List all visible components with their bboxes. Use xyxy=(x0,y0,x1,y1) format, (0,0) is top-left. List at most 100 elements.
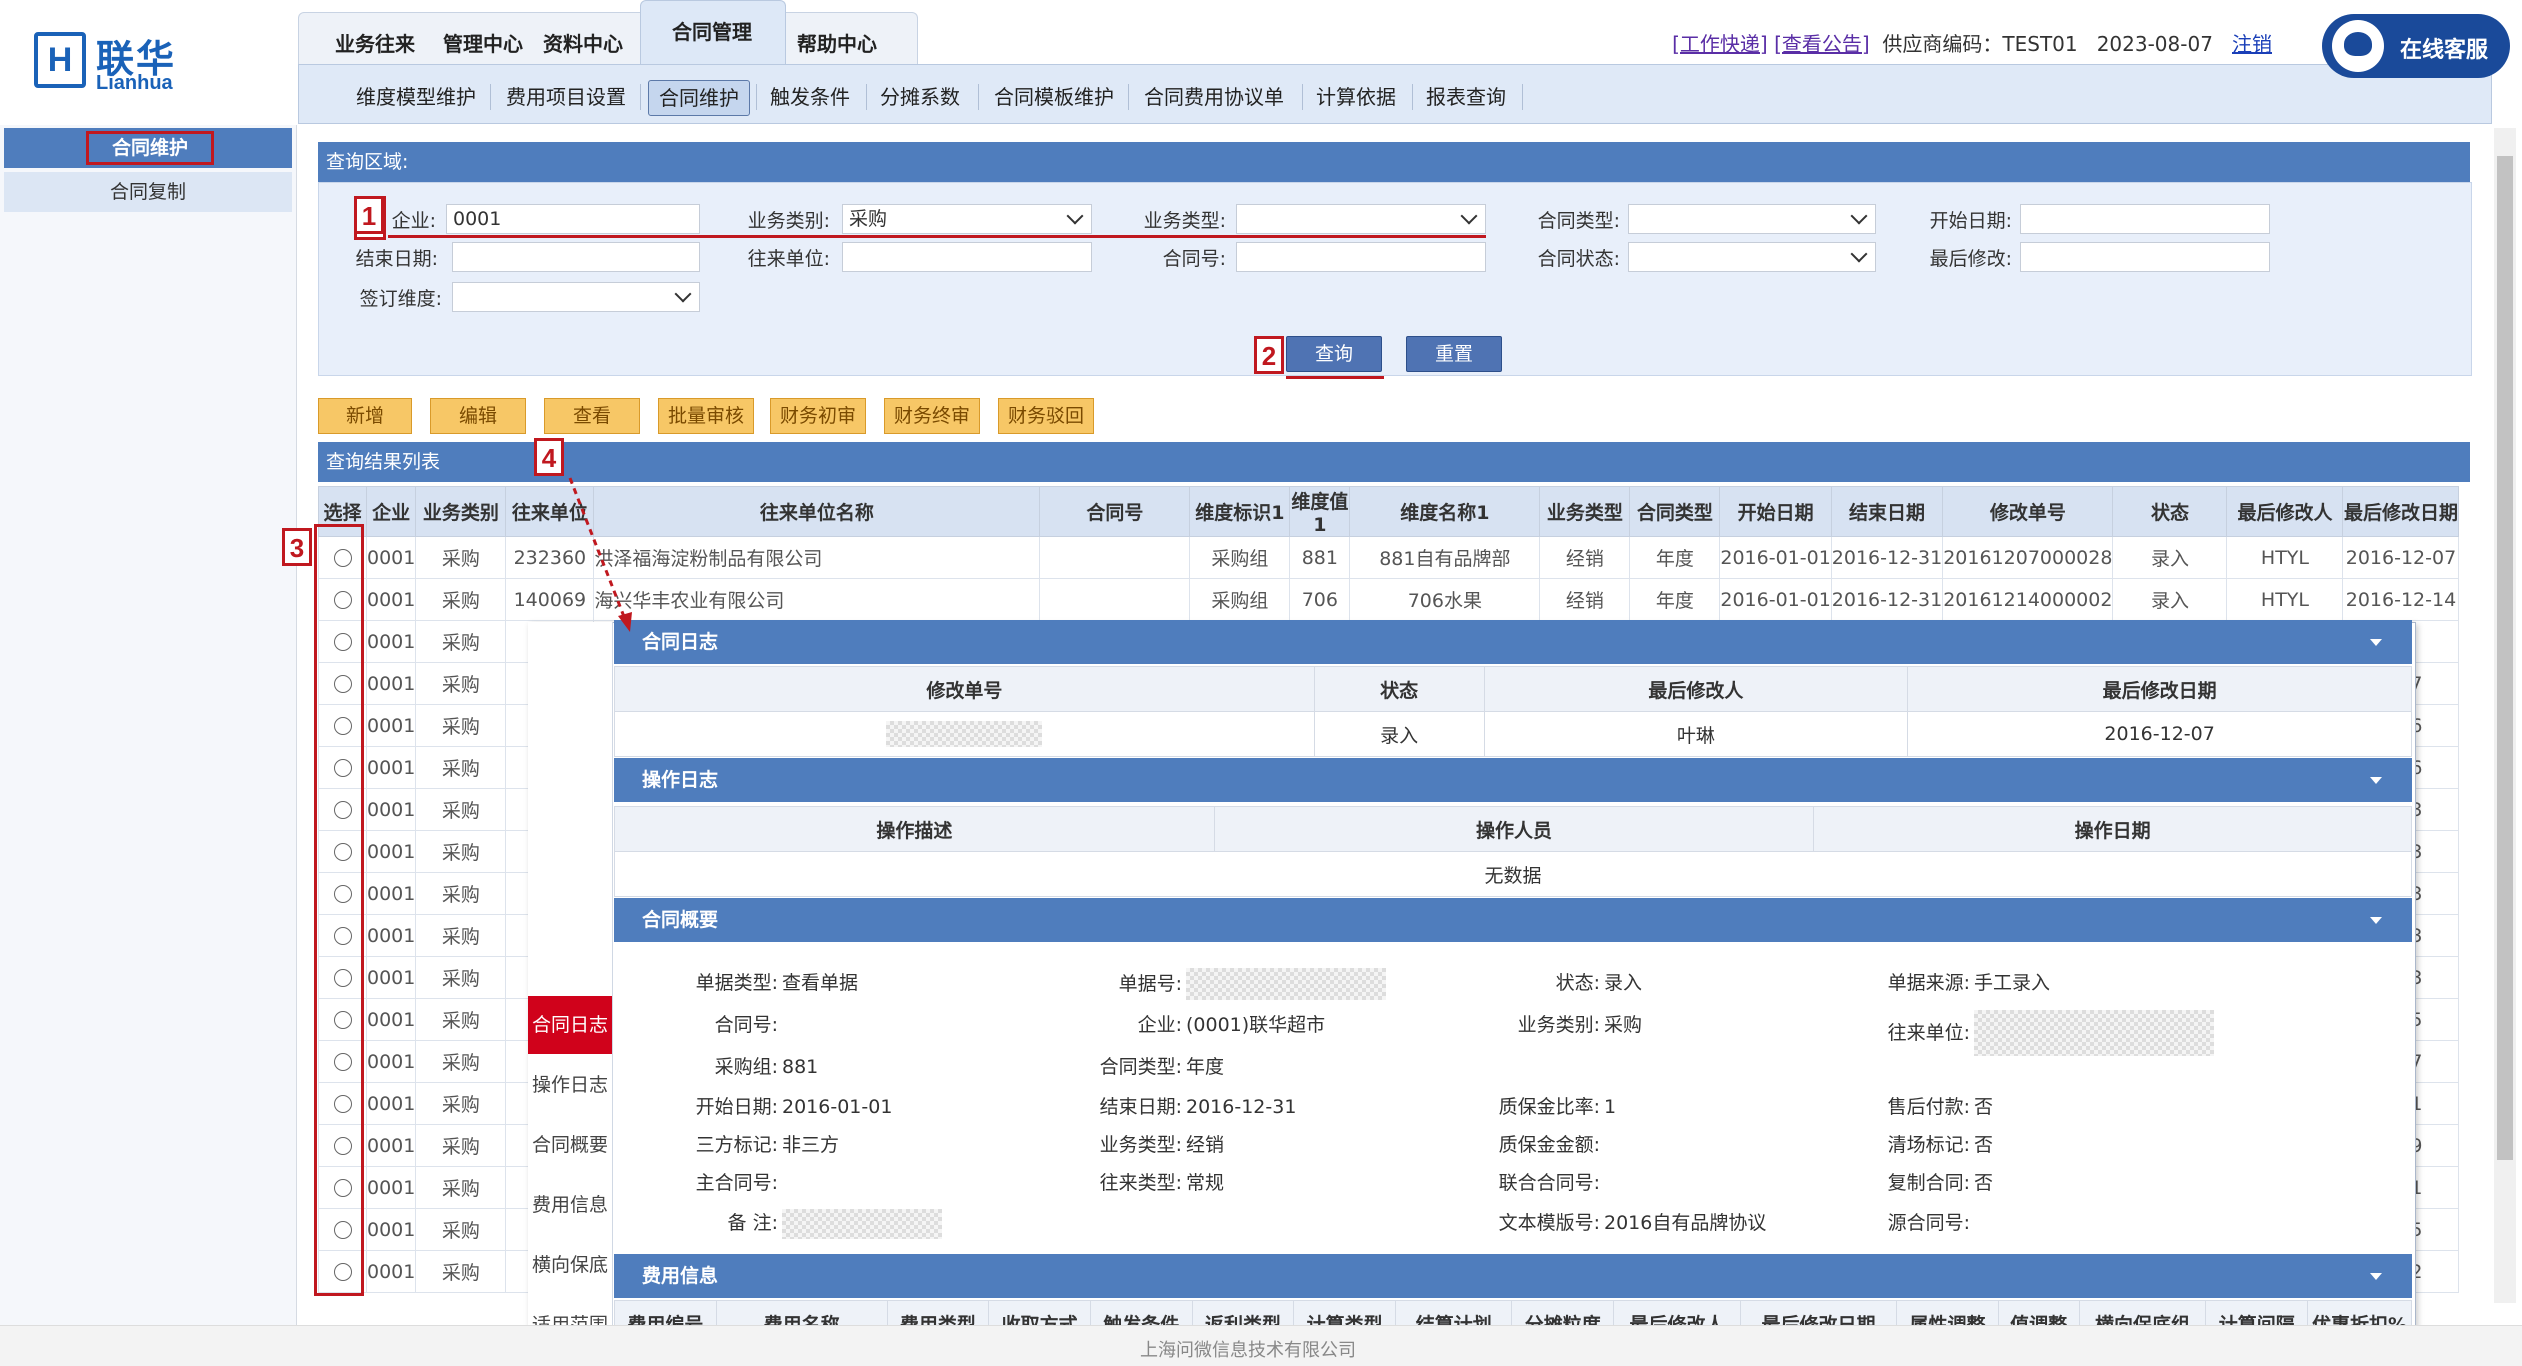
subnav-divider xyxy=(866,84,867,110)
contract-status-label: 合同状态: xyxy=(1537,248,1620,270)
field-value: 经销 xyxy=(1186,1134,1225,1156)
table-cell: 0001 xyxy=(365,1124,417,1167)
biz-category-select[interactable]: 采购 xyxy=(842,204,1092,234)
scrollbar-thumb[interactable] xyxy=(2497,156,2513,1160)
start-date-input[interactable] xyxy=(2020,204,2270,234)
popup-nav-fee[interactable]: 费用信息 xyxy=(528,1176,612,1234)
search-button[interactable]: 查询 xyxy=(1286,336,1382,372)
tab-business[interactable]: 业务往来 xyxy=(320,24,430,64)
logout-link[interactable]: 注销 xyxy=(2232,32,2272,56)
service-icon xyxy=(2332,20,2384,72)
field-label: 结束日期: xyxy=(1099,1096,1182,1118)
field-value: 录入 xyxy=(1604,972,1643,994)
redacted-value xyxy=(1186,968,1386,1000)
sign-dimension-select[interactable] xyxy=(452,282,700,312)
tab-help-center[interactable]: 帮助中心 xyxy=(782,24,892,64)
end-date-input[interactable] xyxy=(452,242,700,272)
table-cell: 采购 xyxy=(415,1040,507,1083)
subnav-contract-maintain[interactable]: 合同维护 xyxy=(648,80,750,116)
field-label: 企业: xyxy=(1137,1014,1182,1036)
biz-type-select[interactable] xyxy=(1236,204,1486,234)
service-label: 在线客服 xyxy=(2400,38,2489,63)
biz-category-value: 采购 xyxy=(849,208,888,230)
contract-log-header[interactable]: 合同日志 xyxy=(614,620,2412,664)
results-col-header: 结束日期 xyxy=(1830,486,1944,537)
table-cell: 年度 xyxy=(1629,578,1721,621)
table-cell: 0001 xyxy=(365,1250,417,1293)
add-button[interactable]: 新增 xyxy=(318,398,412,434)
tab-contract-management[interactable]: 合同管理 xyxy=(656,12,768,52)
subnav-divider xyxy=(756,84,757,110)
table-cell xyxy=(1039,578,1191,621)
op-log-header[interactable]: 操作日志 xyxy=(614,758,2412,802)
query-area-title: 查询区域: xyxy=(318,142,2470,182)
contract-type-select[interactable] xyxy=(1628,204,1876,234)
op-log-table: 操作描述 操作人员 操作日期 无数据 xyxy=(614,806,2412,897)
summary-field: 复制合同: 否 xyxy=(1830,1168,1993,1195)
tab-management[interactable]: 管理中心 xyxy=(428,24,538,64)
last-modified-input[interactable] xyxy=(2020,242,2270,272)
subnav-report[interactable]: 报表查询 xyxy=(1416,80,1516,114)
redacted-value xyxy=(886,721,1043,747)
subnav-allocation[interactable]: 分摊系数 xyxy=(870,80,970,114)
contract-status-select[interactable] xyxy=(1628,242,1876,272)
field-label: 单据类型: xyxy=(695,972,778,994)
contract-type-label: 合同类型: xyxy=(1537,210,1620,232)
table-cell: 2016-12-14 xyxy=(2342,578,2460,621)
fee-header[interactable]: 费用信息 xyxy=(614,1254,2412,1298)
field-value: 采购 xyxy=(1604,1014,1643,1036)
edit-button[interactable]: 编辑 xyxy=(430,398,526,434)
table-cell: 0001 xyxy=(365,704,417,747)
view-button[interactable]: 查看 xyxy=(544,398,640,434)
finance-reject-button[interactable]: 财务驳回 xyxy=(998,398,1094,434)
field-label: 售后付款: xyxy=(1887,1096,1970,1118)
table-cell: 采购 xyxy=(415,998,507,1041)
field-value: 2016自有品牌协议 xyxy=(1604,1212,1767,1234)
finance-first-review-button[interactable]: 财务初审 xyxy=(770,398,866,434)
table-cell: 采购 xyxy=(415,536,507,579)
subnav-trigger[interactable]: 触发条件 xyxy=(760,80,860,114)
subnav-fee-items[interactable]: 费用项目设置 xyxy=(496,80,636,114)
table-cell: HTYL xyxy=(2226,578,2344,621)
tab-data-center[interactable]: 资料中心 xyxy=(528,24,638,64)
col-header: 操作人员 xyxy=(1213,806,1815,852)
table-cell: 采购组 xyxy=(1189,536,1291,579)
popup-nav-horizontal-guarantee[interactable]: 横向保底 xyxy=(528,1236,612,1294)
popup-nav-op-log[interactable]: 操作日志 xyxy=(528,1056,612,1114)
table-cell: 0001 xyxy=(365,536,417,579)
summary-field: 企业: (0001)联华超市 xyxy=(1044,1010,1326,1037)
biz-type-label: 业务类型: xyxy=(1143,210,1226,232)
notice-link[interactable]: [查看公告] xyxy=(1774,32,1870,56)
subnav-template[interactable]: 合同模板维护 xyxy=(984,80,1124,114)
contract-log-title: 合同日志 xyxy=(642,631,719,653)
results-col-header: 业务类型 xyxy=(1539,486,1631,537)
summary-field: 源合同号: xyxy=(1830,1208,1974,1235)
table-cell: 采购 xyxy=(415,1166,507,1209)
supplier-code: 供应商编码：TEST01 xyxy=(1882,32,2078,56)
finance-final-review-button[interactable]: 财务终审 xyxy=(884,398,980,434)
field-value: 否 xyxy=(1974,1134,1994,1156)
contract-no-input[interactable] xyxy=(1236,242,1486,272)
subnav-dimension-model[interactable]: 维度模型维护 xyxy=(346,80,486,114)
popup-nav-summary[interactable]: 合同概要 xyxy=(528,1116,612,1174)
summary-header[interactable]: 合同概要 xyxy=(614,898,2412,942)
popup-nav-contract-log[interactable]: 合同日志 xyxy=(528,996,612,1054)
redacted-value xyxy=(1974,1010,2214,1056)
field-label: 源合同号: xyxy=(1887,1212,1970,1234)
batch-approve-button[interactable]: 批量审核 xyxy=(658,398,754,434)
company-input[interactable]: 0001 xyxy=(446,204,700,234)
chevron-down-icon xyxy=(1850,207,1868,225)
subnav-fee-agreement[interactable]: 合同费用协议单 xyxy=(1134,80,1294,114)
reset-button[interactable]: 重置 xyxy=(1406,336,1502,372)
summary-field: 清场标记: 否 xyxy=(1830,1130,1993,1157)
sidebar-item-contract-copy[interactable]: 合同复制 xyxy=(4,172,292,212)
field-label: 状态: xyxy=(1555,972,1600,994)
query-button-row xyxy=(318,333,2472,376)
online-service-button[interactable]: 在线客服 xyxy=(2322,14,2510,78)
sidebar-item-contract-maintain[interactable]: 合同维护 xyxy=(86,131,214,165)
subnav-calc-basis[interactable]: 计算依据 xyxy=(1306,80,1406,114)
quick-link[interactable]: [工作快递] xyxy=(1672,32,1768,56)
partner-input[interactable] xyxy=(842,242,1092,272)
empty-row: 无数据 xyxy=(614,851,2412,897)
summary-field: 联合合同号: xyxy=(1460,1168,1604,1195)
